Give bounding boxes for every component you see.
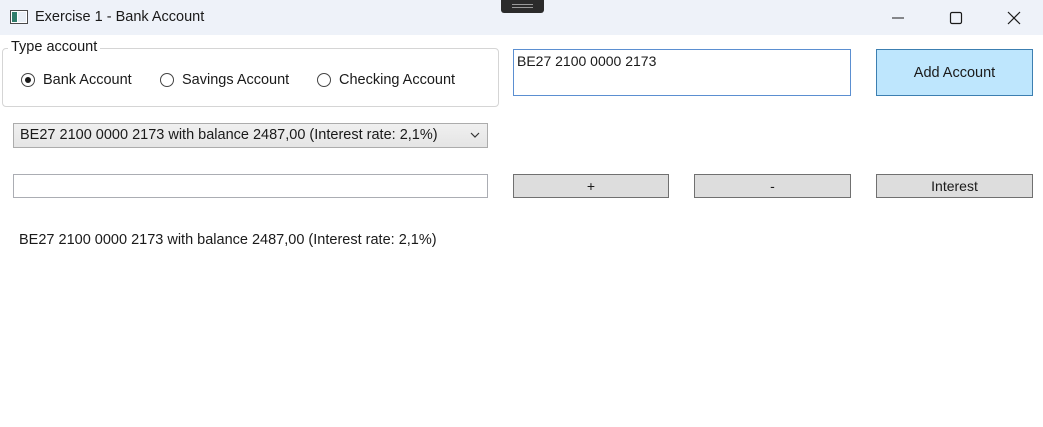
close-button[interactable] [985,0,1043,35]
maximize-icon [949,11,963,25]
withdraw-button[interactable]: - [694,174,851,198]
account-select-value: BE27 2100 0000 2173 with balance 2487,00… [20,127,438,143]
account-info-label: BE27 2100 0000 2173 with balance 2487,00… [19,232,437,248]
radio-savings-account[interactable]: Savings Account [160,70,289,90]
minimize-button[interactable] [869,0,927,35]
chevron-down-icon [470,132,480,138]
window-app-icon [10,10,28,24]
radio-label: Checking Account [339,72,456,88]
title-bar[interactable]: Exercise 1 - Bank Account [0,0,1043,35]
snap-grip-handle[interactable] [501,0,544,13]
radio-bank-account[interactable]: Bank Account [21,70,132,90]
amount-input[interactable] [13,174,488,198]
maximize-button[interactable] [927,0,985,35]
radio-indicator[interactable] [160,73,174,87]
minimize-icon [892,17,904,19]
radio-label: Bank Account [43,72,132,88]
account-select[interactable]: BE27 2100 0000 2173 with balance 2487,00… [13,123,488,148]
app-window: Exercise 1 - Bank Account Type account B… [0,0,1043,427]
radio-indicator[interactable] [317,73,331,87]
group-legend: Type account [8,39,101,55]
radio-indicator[interactable] [21,73,35,87]
radio-label: Savings Account [182,72,290,88]
close-icon [1007,11,1021,25]
radio-checking-account[interactable]: Checking Account [317,70,455,90]
window-title: Exercise 1 - Bank Account [35,9,205,25]
add-account-button[interactable]: Add Account [876,49,1033,96]
interest-button[interactable]: Interest [876,174,1033,198]
account-number-input[interactable]: BE27 2100 0000 2173 [513,49,851,96]
deposit-button[interactable]: + [513,174,669,198]
